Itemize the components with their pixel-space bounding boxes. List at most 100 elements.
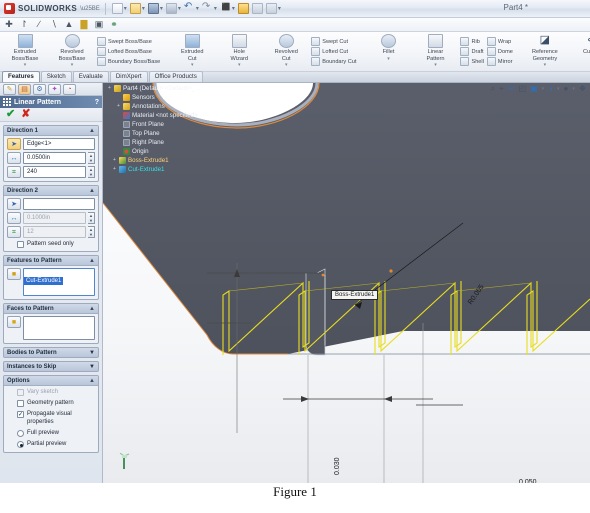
view-orientation-icon[interactable]: ◰ xyxy=(518,85,526,93)
file-properties-button[interactable] xyxy=(251,3,264,14)
direction-1-spacing-input[interactable]: 0.0500in xyxy=(23,152,86,164)
mirror-button[interactable]: Mirror xyxy=(486,57,513,66)
direction-2-count-stepper[interactable]: ▲ ▼ xyxy=(88,226,95,238)
faces-to-pattern-list[interactable] xyxy=(23,316,95,340)
expand-toggle-icon[interactable]: + xyxy=(112,158,117,163)
property-manager-tab[interactable]: ▤ xyxy=(18,83,31,95)
tree-item-right-plane[interactable]: Right Plane xyxy=(107,138,317,147)
tree-item-part[interactable]: + Part4 (Default<<Default>_... xyxy=(107,84,317,93)
zoom-area-icon[interactable]: ⌖ xyxy=(499,85,504,93)
swept-boss-base-button[interactable]: Swept Boss/Base xyxy=(97,37,160,46)
linear-pattern-button[interactable]: Linear Pattern ▾ xyxy=(413,34,457,68)
help-icon[interactable]: ? xyxy=(95,99,99,106)
section-view-icon[interactable]: ✂ xyxy=(508,85,515,93)
ref-geometry-icon[interactable]: ▲ xyxy=(64,20,74,29)
direction-1-header[interactable]: Direction 1 ▲ xyxy=(4,126,98,136)
rib-button[interactable]: Rib xyxy=(460,37,483,46)
direction-reference-icon[interactable]: ➤ xyxy=(7,198,21,210)
tree-item-cut-extrude1[interactable]: + Cut-Extrude1 xyxy=(107,165,317,174)
chevron-down-icon[interactable]: ▾ xyxy=(232,6,235,12)
rebuild-button[interactable] xyxy=(237,3,250,14)
fillet-button[interactable]: Fillet ▾ xyxy=(366,34,410,61)
shaded-icon[interactable]: ▇ xyxy=(79,20,89,29)
chevron-down-icon[interactable]: ▾ xyxy=(160,6,163,12)
direction-2-spacing-stepper[interactable]: ▲ ▼ xyxy=(88,212,95,224)
direction-1-spacing-stepper[interactable]: ▲ ▼ xyxy=(88,152,95,164)
expand-toggle-icon[interactable]: + xyxy=(112,167,117,172)
zoom-to-fit-icon[interactable]: ⌕ xyxy=(491,85,495,93)
chevron-down-icon[interactable]: ▾ xyxy=(142,6,145,12)
tree-item-front-plane[interactable]: Front Plane xyxy=(107,120,317,129)
dome-button[interactable]: Dome xyxy=(486,47,513,56)
chevron-down-icon[interactable]: ▾ xyxy=(24,63,27,68)
chevron-up-icon[interactable]: ▲ xyxy=(89,378,95,384)
cancel-button[interactable]: ✘ xyxy=(21,109,30,120)
open-document-button[interactable]: ▾ xyxy=(129,3,146,14)
options-button[interactable]: ▾ xyxy=(265,3,282,14)
features-to-pattern-list[interactable]: Cut-Extrude1 xyxy=(23,268,95,296)
hide-show-icon[interactable]: ◑ xyxy=(548,85,553,93)
tree-item-top-plane[interactable]: Top Plane xyxy=(107,129,317,138)
reference-geometry-button[interactable]: ◪ Reference Geometry ▾ xyxy=(523,34,567,68)
redo-button[interactable]: ▾ xyxy=(201,1,218,14)
chevron-down-icon[interactable]: ▾ xyxy=(434,63,437,68)
chevron-up-icon[interactable]: ▲ xyxy=(89,306,95,312)
tab-features[interactable]: Features xyxy=(2,71,40,82)
extruded-boss-base-button[interactable]: Extruded Boss/Base ▾ xyxy=(3,34,47,68)
chevron-down-icon[interactable]: ▾ xyxy=(285,63,288,68)
display-manager-tab[interactable]: ◔ xyxy=(63,83,76,95)
direction-1-reference-input[interactable]: Edge<1> xyxy=(23,138,95,150)
chevron-down-icon[interactable]: ▾ xyxy=(196,6,199,12)
tree-item-material[interactable]: Material <not specified> xyxy=(107,111,317,120)
select-button[interactable]: ▾ xyxy=(219,3,236,14)
chevron-up-icon[interactable]: ▲ xyxy=(89,188,95,194)
chevron-up-icon[interactable]: ▲ xyxy=(89,128,95,134)
chevron-down-icon[interactable]: ▾ xyxy=(557,86,560,92)
tab-dimxpert[interactable]: DimXpert xyxy=(109,71,148,82)
dimxpert-manager-tab[interactable]: ✦ xyxy=(48,83,61,95)
boundary-boss-base-button[interactable]: Boundary Boss/Base xyxy=(97,57,160,66)
feature-selection-icon[interactable]: ■ xyxy=(7,268,21,280)
direction-1-count-stepper[interactable]: ▲ ▼ xyxy=(88,166,95,178)
appearance-icon[interactable]: ● xyxy=(563,85,568,93)
expand-toggle-icon[interactable]: + xyxy=(116,104,121,109)
chevron-down-icon[interactable]: ▾ xyxy=(238,63,241,68)
chevron-down-icon[interactable]: ▾ xyxy=(278,6,281,12)
direction-reference-icon[interactable]: ➤ xyxy=(7,138,21,150)
full-preview-row[interactable]: Full preview xyxy=(7,429,95,437)
curves-button[interactable]: ∾ Curves ▾ xyxy=(570,34,590,61)
print-button[interactable]: ▾ xyxy=(165,3,182,14)
pattern-seed-only-checkbox[interactable] xyxy=(17,241,24,248)
lofted-boss-base-button[interactable]: Lofted Boss/Base xyxy=(97,47,160,56)
chevron-down-icon[interactable]: ▾ xyxy=(542,86,545,92)
hole-wizard-button[interactable]: Hole Wizard ▾ xyxy=(217,34,261,68)
point-icon[interactable]: ✚ xyxy=(4,20,14,29)
pattern-seed-only-row[interactable]: Pattern seed only xyxy=(7,240,95,248)
geometry-pattern-row[interactable]: Geometry pattern xyxy=(7,399,95,407)
geometry-pattern-checkbox[interactable] xyxy=(17,400,24,407)
propagate-visual-properties-checkbox[interactable]: ✓ xyxy=(17,411,24,418)
features-to-pattern-header[interactable]: Features to Pattern ▲ xyxy=(4,256,98,266)
ok-button[interactable]: ✔ xyxy=(6,109,15,120)
faces-to-pattern-header[interactable]: Faces to Pattern ▲ xyxy=(4,304,98,314)
face-selection-icon[interactable]: ■ xyxy=(7,316,21,328)
graphics-area[interactable]: ⌕ ⌖ ✂ ◰ ▣ ▾ ◑ ▾ ● ▾ ❖ + Part4 (Default<<… xyxy=(103,83,590,483)
partial-preview-row[interactable]: Partial preview xyxy=(7,440,95,448)
chevron-down-icon[interactable]: ▾ xyxy=(544,63,547,68)
boundary-cut-button[interactable]: Boundary Cut xyxy=(311,57,356,66)
lofted-cut-button[interactable]: Lofted Cut xyxy=(311,47,356,56)
tree-item-boss-extrude1[interactable]: + Boss-Extrude1 xyxy=(107,156,317,165)
tab-sketch[interactable]: Sketch xyxy=(40,71,72,82)
chevron-down-icon[interactable]: ▾ xyxy=(191,63,194,68)
chevron-down-icon[interactable]: ▾ xyxy=(178,6,181,12)
chevron-up-icon[interactable]: ▲ xyxy=(89,258,95,264)
chevron-down-icon[interactable]: ▾ xyxy=(124,6,127,12)
height-dimension-label[interactable]: 0.030 xyxy=(334,457,341,475)
undo-button[interactable]: ▾ xyxy=(183,1,200,14)
full-preview-radio[interactable] xyxy=(17,430,24,437)
configuration-manager-tab[interactable]: ⚙ xyxy=(33,83,46,95)
expand-toggle-icon[interactable]: + xyxy=(107,86,112,91)
chevron-down-icon[interactable]: ▼ xyxy=(89,364,95,370)
direction-2-header[interactable]: Direction 2 ▲ xyxy=(4,186,98,196)
spline-icon[interactable]: ∖ xyxy=(49,20,59,29)
